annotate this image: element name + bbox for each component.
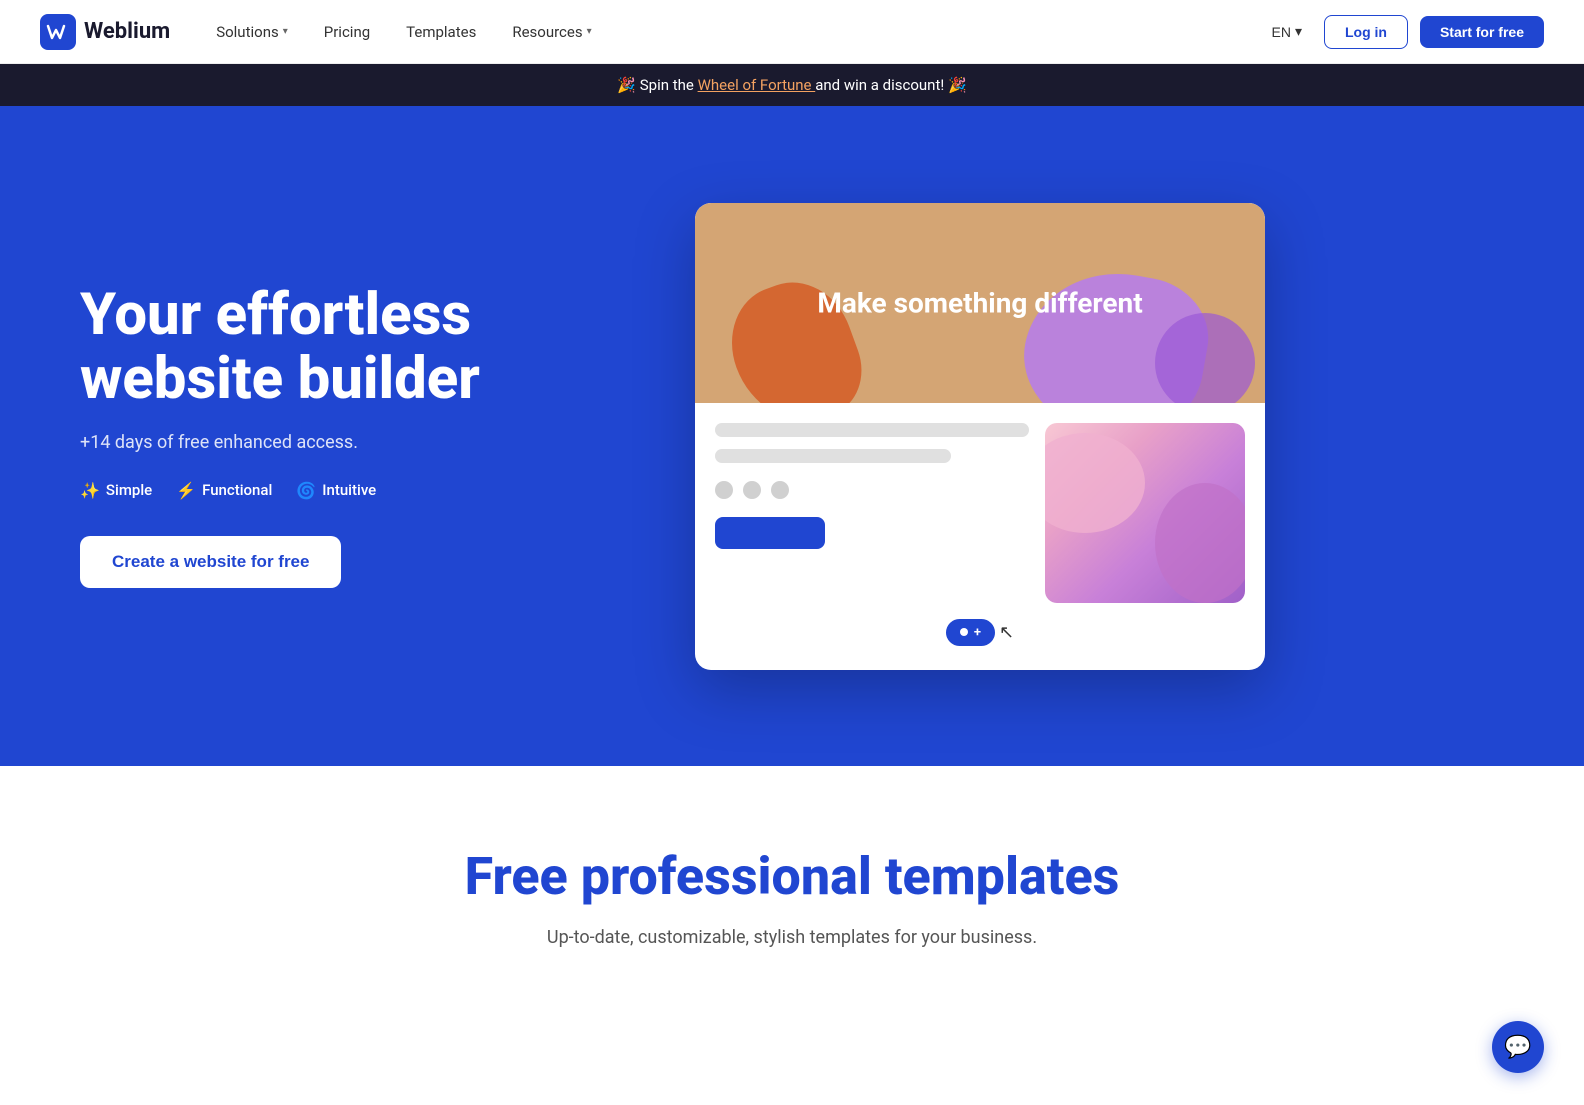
hero-subtitle: +14 days of free enhanced access. [80, 432, 620, 453]
weblium-logo-icon [40, 14, 76, 50]
create-website-button[interactable]: Create a website for free [80, 536, 341, 588]
hero-card-top-image: Make something different [695, 203, 1265, 403]
solutions-chevron-icon: ▾ [283, 26, 288, 37]
navbar-right: EN ▾ Log in Start for free [1261, 15, 1544, 49]
dot-3 [771, 481, 789, 499]
announcement-suffix: and win a discount! 🎉 [815, 76, 966, 94]
hero-visual: Make something different [680, 203, 1280, 670]
simple-icon: ✨ [80, 481, 100, 500]
card-top-text: Make something different [817, 286, 1142, 319]
nav-pricing[interactable]: Pricing [310, 15, 384, 49]
nav-solutions[interactable]: Solutions ▾ [202, 15, 302, 49]
functional-icon: ⚡ [176, 481, 196, 500]
tooltip-text: + [974, 625, 981, 640]
hero-card-footer: + ↖ [695, 603, 1265, 646]
templates-section-subtitle: Up-to-date, customizable, stylish templa… [80, 927, 1504, 948]
pink-shape-bottom [1155, 483, 1245, 603]
hero-content: Your effortless website builder +14 days… [80, 284, 620, 588]
language-selector[interactable]: EN ▾ [1261, 17, 1311, 46]
logo-text: Weblium [84, 19, 170, 44]
nav-templates[interactable]: Templates [392, 15, 490, 49]
card-cta-placeholder [715, 517, 825, 549]
lang-chevron-icon: ▾ [1295, 23, 1302, 40]
navbar: Weblium Solutions ▾ Pricing Templates Re… [0, 0, 1584, 64]
feature-simple: ✨ Simple [80, 481, 152, 500]
logo[interactable]: Weblium [40, 14, 170, 50]
chat-widget[interactable]: 💬 [1492, 1021, 1544, 1073]
navbar-left: Weblium Solutions ▾ Pricing Templates Re… [40, 14, 606, 50]
card-tooltip: + [946, 619, 995, 646]
feature-simple-label: Simple [106, 481, 152, 499]
announcement-bar: 🎉 Spin the Wheel of Fortune and win a di… [0, 64, 1584, 106]
tooltip-dot-icon [960, 628, 968, 636]
feature-functional: ⚡ Functional [176, 481, 272, 500]
hero-section: Your effortless website builder +14 days… [0, 106, 1584, 766]
nav-links: Solutions ▾ Pricing Templates Resources … [202, 15, 605, 49]
hero-card-body [695, 403, 1265, 603]
feature-functional-label: Functional [202, 481, 272, 499]
dot-1 [715, 481, 733, 499]
hero-card-content-left [715, 423, 1029, 603]
start-for-free-button[interactable]: Start for free [1420, 16, 1544, 48]
hero-features: ✨ Simple ⚡ Functional 🌀 Intuitive [80, 481, 620, 500]
hero-card-image-right [1045, 423, 1245, 603]
resources-chevron-icon: ▾ [587, 26, 592, 37]
nav-resources[interactable]: Resources ▾ [498, 15, 605, 49]
chat-icon: 💬 [1504, 1035, 1531, 1060]
abstract-shape-purple-small [1155, 313, 1255, 403]
pink-shape-top [1045, 433, 1145, 533]
wheel-of-fortune-link[interactable]: Wheel of Fortune [698, 76, 816, 94]
feature-intuitive: 🌀 Intuitive [296, 481, 376, 500]
hero-preview-card: Make something different [695, 203, 1265, 670]
intuitive-icon: 🌀 [296, 481, 316, 500]
templates-section-title: Free professional templates [80, 846, 1504, 907]
content-line-2 [715, 449, 951, 463]
login-button[interactable]: Log in [1324, 15, 1408, 49]
feature-intuitive-label: Intuitive [322, 481, 376, 499]
templates-section: Free professional templates Up-to-date, … [0, 766, 1584, 1008]
content-line-1 [715, 423, 1029, 437]
announcement-prefix: 🎉 Spin the [617, 76, 697, 94]
cursor-icon: ↖ [999, 622, 1014, 643]
dot-2 [743, 481, 761, 499]
hero-title: Your effortless website builder [80, 284, 620, 412]
content-dots [715, 481, 1029, 499]
